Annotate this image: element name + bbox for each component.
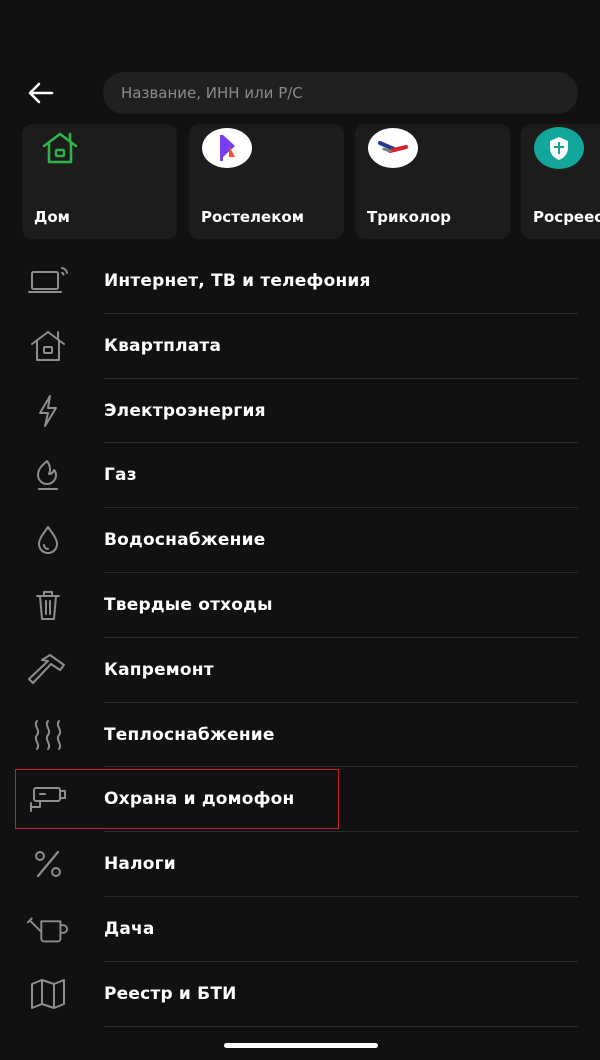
map-icon — [26, 974, 70, 1014]
water-drop-icon — [26, 520, 70, 560]
category-heating[interactable]: Теплоснабжение — [0, 703, 600, 768]
card-label: Росреес — [533, 208, 600, 226]
category-label: Налоги — [104, 854, 176, 875]
lightning-icon — [26, 391, 70, 431]
category-label: Квартплата — [104, 335, 222, 356]
card-label: Дом — [34, 208, 70, 226]
category-label: Газ — [104, 465, 137, 486]
arrow-left-icon — [28, 82, 54, 104]
category-taxes[interactable]: Налоги — [0, 832, 600, 897]
card-label: Триколор — [367, 208, 451, 226]
top-bar — [0, 72, 600, 114]
security-camera-icon — [26, 779, 70, 819]
card-label: Ростелеком — [201, 208, 304, 226]
hammer-icon — [26, 650, 70, 690]
laptop-icon — [26, 261, 70, 301]
category-label: Теплоснабжение — [104, 724, 275, 745]
favorites-carousel: Дом Ростелеком Триколор Росреес — [22, 124, 600, 240]
card-tricolor[interactable]: Триколор — [355, 124, 510, 239]
category-label: Твердые отходы — [104, 594, 273, 615]
card-rosreestr[interactable]: Росреес — [521, 124, 600, 239]
category-label: Дача — [104, 918, 155, 939]
percent-icon — [26, 844, 70, 884]
category-major-repair[interactable]: Капремонт — [0, 638, 600, 703]
heat-waves-icon — [26, 715, 70, 755]
card-rostelecom[interactable]: Ростелеком — [189, 124, 344, 239]
house-icon — [34, 126, 86, 170]
trash-icon — [26, 585, 70, 625]
category-gas[interactable]: Газ — [0, 443, 600, 509]
category-label: Капремонт — [104, 659, 214, 680]
watering-can-icon — [26, 909, 70, 949]
category-label: Интернет, ТВ и телефония — [104, 271, 371, 291]
category-electricity[interactable]: Электроэнергия — [0, 379, 600, 444]
home-indicator — [224, 1043, 378, 1048]
category-label: Электроэнергия — [104, 400, 266, 421]
card-dom[interactable]: Дом — [22, 124, 177, 239]
category-solid-waste[interactable]: Твердые отходы — [0, 573, 600, 638]
category-label: Охрана и домофон — [104, 789, 295, 810]
category-water[interactable]: Водоснабжение — [0, 508, 600, 573]
house-icon — [26, 326, 70, 366]
back-button[interactable] — [22, 76, 60, 110]
category-label: Водоснабжение — [104, 530, 266, 551]
category-dacha[interactable]: Дача — [0, 897, 600, 962]
rostelecom-logo — [202, 128, 252, 168]
category-list: Интернет, ТВ и телефония Квартплата Элек… — [0, 249, 600, 1027]
category-registry-bti[interactable]: Реестр и БТИ — [0, 962, 600, 1027]
category-internet-tv-phone[interactable]: Интернет, ТВ и телефония — [0, 249, 600, 314]
flame-icon — [26, 455, 70, 495]
category-security-intercom[interactable]: Охрана и домофон — [0, 767, 600, 833]
category-label: Реестр и БТИ — [104, 983, 237, 1004]
category-rent[interactable]: Квартплата — [0, 314, 600, 379]
divider — [104, 1025, 578, 1027]
search-input[interactable] — [103, 72, 578, 114]
tricolor-logo — [368, 128, 418, 168]
rosreestr-logo — [534, 127, 584, 169]
